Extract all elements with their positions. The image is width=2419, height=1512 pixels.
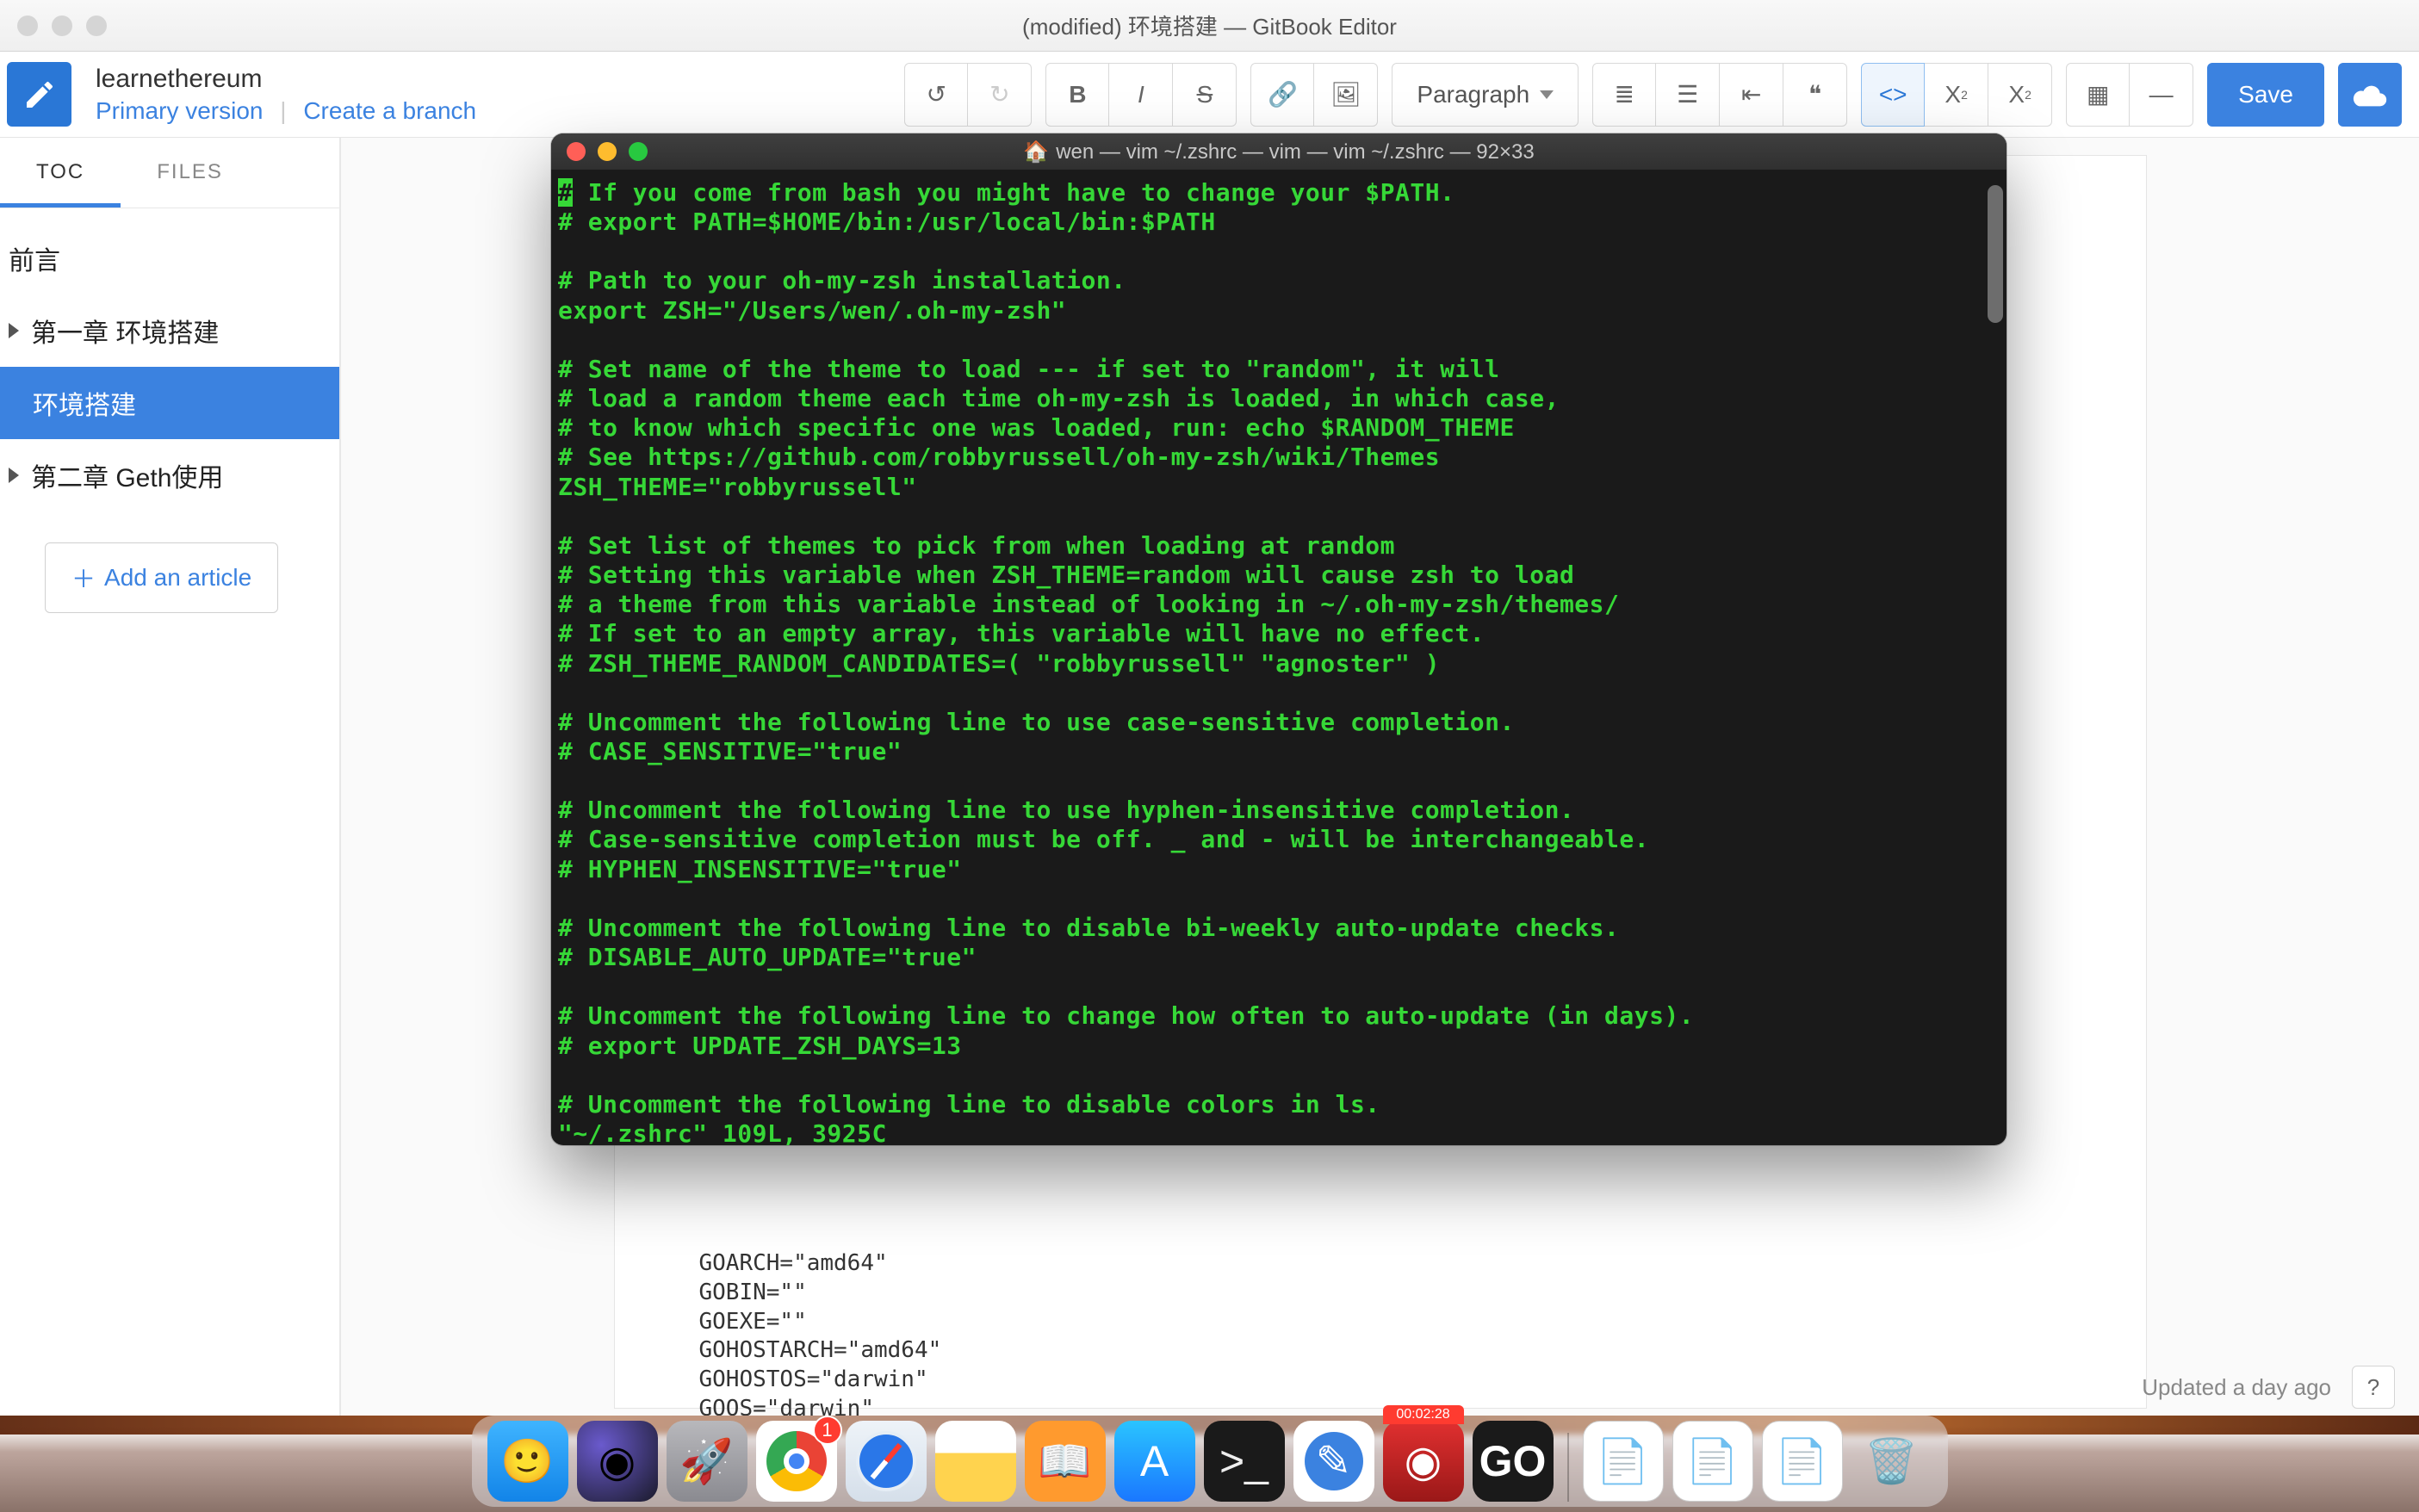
save-button[interactable]: Save xyxy=(2207,63,2324,127)
superscript-button[interactable]: X2 xyxy=(1988,63,2052,127)
terminal-content: If you come from bash you might have to … xyxy=(558,178,1694,1145)
terminal-cursor: # xyxy=(558,178,573,207)
terminal-body[interactable]: # If you come from bash you might have t… xyxy=(551,170,2007,1145)
toc-item-chapter2[interactable]: 第二章 Geth使用 xyxy=(0,439,339,511)
terminal-title: 🏠 wen — vim ~/.zshrc — vim — vim ~/.zshrc… xyxy=(551,139,2007,164)
undo-button[interactable]: ↺ xyxy=(904,63,968,127)
status-bar: Updated a day ago ? xyxy=(2142,1366,2395,1409)
scrollbar-thumb[interactable] xyxy=(1988,185,2003,323)
dock-chrome-icon[interactable]: 1 xyxy=(756,1421,837,1502)
dock-safari-icon[interactable] xyxy=(846,1421,927,1502)
dock-terminal-icon[interactable]: >_ xyxy=(1204,1421,1285,1502)
add-article-label: Add an article xyxy=(104,564,251,592)
plus-icon: ＋ xyxy=(71,561,96,595)
macos-dock: 🙂 ◉ 🚀 1 📖 A >_ ✎ 00:02:28 ◉ GO 📄 📄 📄 🗑️ xyxy=(472,1416,1948,1507)
toc-list: 前言 第一章 环境搭建 环境搭建 第二章 Geth使用 xyxy=(0,208,339,511)
updated-label: Updated a day ago xyxy=(2142,1374,2331,1401)
chevron-right-icon xyxy=(9,323,19,338)
chevron-down-icon xyxy=(1540,90,1554,99)
notification-badge: 1 xyxy=(813,1416,842,1445)
table-button[interactable]: ▦ xyxy=(2066,63,2130,127)
terminal-window[interactable]: 🏠 wen — vim ~/.zshrc — vim — vim ~/.zshrc… xyxy=(551,133,2007,1145)
recording-timer: 00:02:28 xyxy=(1383,1405,1464,1424)
dock-recent-doc-icon[interactable]: 📄 xyxy=(1672,1421,1753,1502)
code-block[interactable]: GOARCH="amd64" GOBIN="" GOEXE="" GOHOSTA… xyxy=(648,1249,2113,1426)
dock-ibooks-icon[interactable]: 📖 xyxy=(1025,1421,1106,1502)
link-button[interactable]: 🔗 xyxy=(1250,63,1314,127)
sidebar-tabs: TOC FILES xyxy=(0,138,339,208)
book-meta: learnethereum Primary version | Create a… xyxy=(96,65,476,125)
tab-toc[interactable]: TOC xyxy=(0,138,121,208)
terminal-titlebar[interactable]: 🏠 wen — vim ~/.zshrc — vim — vim ~/.zshrc… xyxy=(551,133,2007,170)
toc-label: 前言 xyxy=(9,239,60,277)
toc-label: 第二章 Geth使用 xyxy=(31,456,223,494)
toc-label: 第一章 环境搭建 xyxy=(31,312,219,350)
dock-recent-doc-icon[interactable]: 📄 xyxy=(1583,1421,1664,1502)
editor-toolbar: ↺ ↻ B I S 🔗 🖼 Paragraph ≣ ☰ ⇤ ❝ <> X2 X2 xyxy=(904,63,2419,127)
strikethrough-button[interactable]: S xyxy=(1173,63,1237,127)
dock-siri-icon[interactable]: ◉ xyxy=(577,1421,658,1502)
book-name: learnethereum xyxy=(96,65,476,94)
chevron-right-icon xyxy=(9,468,19,483)
italic-button[interactable]: I xyxy=(1109,63,1173,127)
bullet-list-button[interactable]: ≣ xyxy=(1592,63,1656,127)
app-header: learnethereum Primary version | Create a… xyxy=(0,52,2419,138)
separator: | xyxy=(280,97,286,124)
primary-version-link[interactable]: Primary version xyxy=(96,97,263,124)
dock-screenrecorder-icon[interactable]: 00:02:28 ◉ xyxy=(1383,1421,1464,1502)
dock-notes-icon[interactable] xyxy=(935,1421,1016,1502)
redo-button[interactable]: ↻ xyxy=(968,63,1032,127)
dock-finder-icon[interactable]: 🙂 xyxy=(487,1421,568,1502)
macos-titlebar: (modified) 环境搭建 — GitBook Editor xyxy=(0,0,2419,52)
create-branch-link[interactable]: Create a branch xyxy=(303,97,476,124)
toc-item-preface[interactable]: 前言 xyxy=(0,222,339,294)
add-article-button[interactable]: ＋ Add an article xyxy=(45,542,278,613)
ordered-list-button[interactable]: ☰ xyxy=(1656,63,1720,127)
outdent-button[interactable]: ⇤ xyxy=(1720,63,1783,127)
subscript-button[interactable]: X2 xyxy=(1925,63,1988,127)
bold-button[interactable]: B xyxy=(1045,63,1109,127)
dock-appstore-icon[interactable]: A xyxy=(1114,1421,1195,1502)
paragraph-style-dropdown[interactable]: Paragraph xyxy=(1392,63,1579,127)
tab-files[interactable]: FILES xyxy=(121,138,259,208)
dock-recent-doc-icon[interactable]: 📄 xyxy=(1762,1421,1843,1502)
dock-launchpad-icon[interactable]: 🚀 xyxy=(667,1421,747,1502)
help-button[interactable]: ? xyxy=(2352,1366,2395,1409)
publish-cloud-button[interactable] xyxy=(2338,63,2402,127)
book-edit-icon[interactable] xyxy=(7,62,71,127)
desktop-bottom: 🙂 ◉ 🚀 1 📖 A >_ ✎ 00:02:28 ◉ GO 📄 📄 📄 🗑️ xyxy=(0,1426,2419,1512)
sidebar: TOC FILES 前言 第一章 环境搭建 环境搭建 第二章 Geth使用 ＋ … xyxy=(0,138,341,1426)
paragraph-label: Paragraph xyxy=(1417,81,1529,108)
code-block-button[interactable]: <> xyxy=(1861,63,1925,127)
home-icon: 🏠 xyxy=(1023,140,1049,164)
toc-label: 环境搭建 xyxy=(33,384,136,422)
terminal-title-text: wen — vim ~/.zshrc — vim — vim ~/.zshrc … xyxy=(1056,140,1534,164)
dock-goland-icon[interactable]: GO xyxy=(1473,1421,1554,1502)
image-button[interactable]: 🖼 xyxy=(1314,63,1378,127)
dock-separator xyxy=(1567,1433,1569,1502)
toc-item-chapter1[interactable]: 第一章 环境搭建 xyxy=(0,294,339,367)
hr-button[interactable]: ― xyxy=(2130,63,2193,127)
toc-item-env-setup[interactable]: 环境搭建 xyxy=(0,367,339,439)
dock-gitbook-icon[interactable]: ✎ xyxy=(1293,1421,1374,1502)
blockquote-button[interactable]: ❝ xyxy=(1783,63,1847,127)
dock-trash-icon[interactable]: 🗑️ xyxy=(1851,1421,1932,1502)
window-title: (modified) 环境搭建 — GitBook Editor xyxy=(0,9,2419,41)
